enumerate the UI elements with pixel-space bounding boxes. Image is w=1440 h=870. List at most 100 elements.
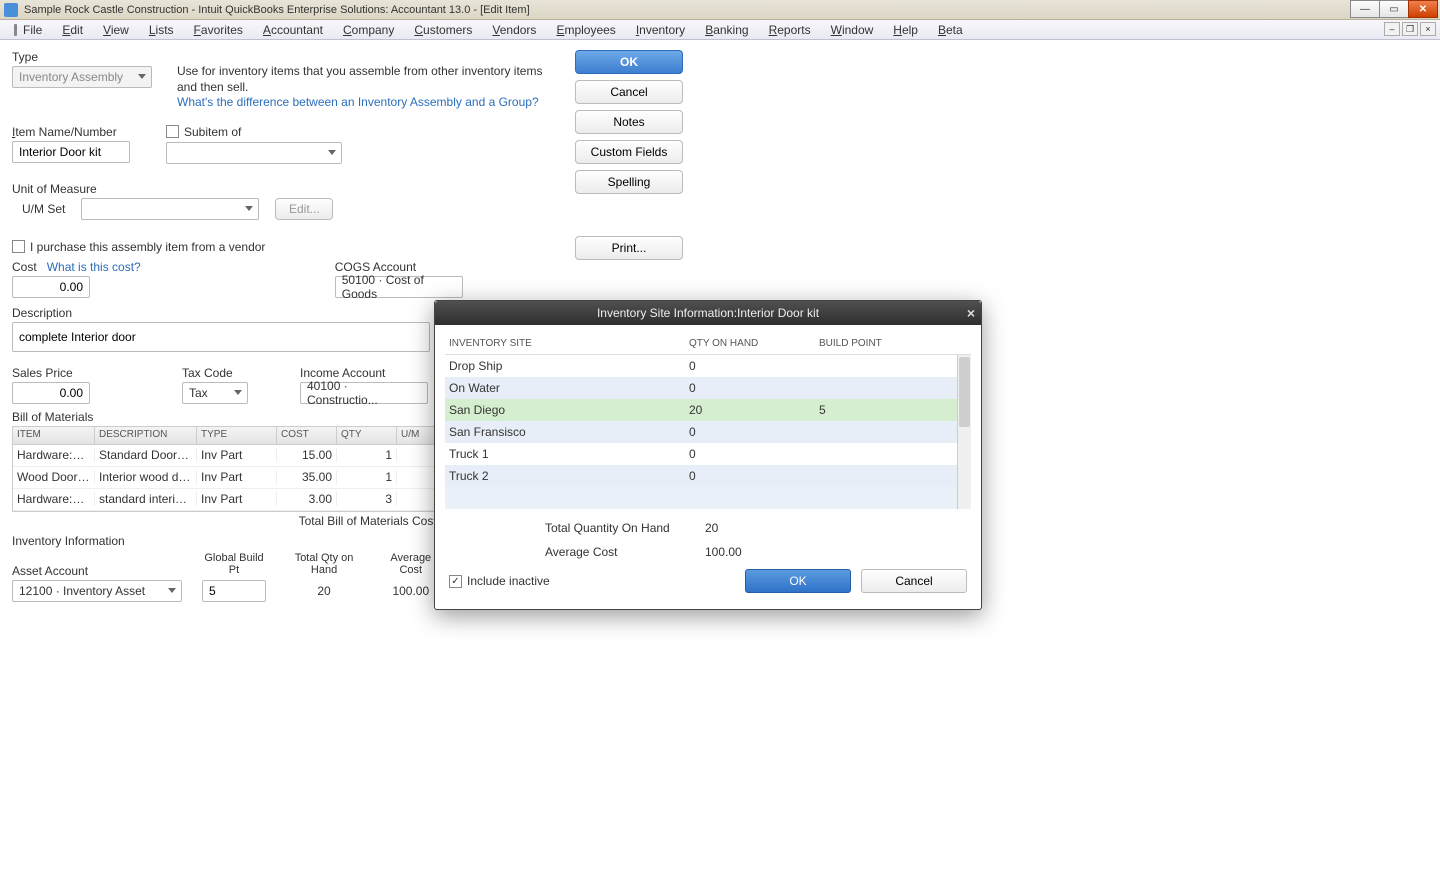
sales-price-label: Sales Price bbox=[12, 366, 90, 380]
include-inactive-checkbox[interactable] bbox=[449, 575, 462, 588]
menu-banking[interactable]: Banking bbox=[695, 21, 758, 39]
modal-avg-cost-value: 100.00 bbox=[705, 545, 742, 559]
type-select[interactable]: Inventory Assembly bbox=[12, 66, 152, 88]
uom-set-label: U/M Set bbox=[22, 202, 65, 216]
bom-row[interactable]: Hardware:Br...standard interior...Inv Pa… bbox=[13, 489, 439, 511]
site-header-qty: QTY ON HAND bbox=[685, 338, 815, 349]
menu-bar: FileEditViewListsFavoritesAccountantComp… bbox=[0, 20, 1440, 40]
window-title: Sample Rock Castle Construction - Intuit… bbox=[24, 4, 530, 16]
modal-close-icon[interactable]: × bbox=[967, 305, 975, 321]
minimize-button[interactable]: — bbox=[1350, 0, 1380, 18]
menu-beta[interactable]: Beta bbox=[928, 21, 973, 39]
site-row[interactable]: On Water0 bbox=[445, 377, 971, 399]
site-row[interactable]: Truck 20 bbox=[445, 465, 971, 487]
site-row-blank bbox=[445, 487, 971, 509]
site-table-scrollbar[interactable] bbox=[957, 355, 971, 509]
cogs-label: COGS Account bbox=[335, 260, 463, 274]
asset-account-label: Asset Account bbox=[12, 564, 182, 578]
notes-button[interactable]: Notes bbox=[575, 110, 683, 134]
avg-cost-value: 100.00 bbox=[382, 580, 439, 602]
bom-table: ITEM DESCRIPTION TYPE COST QTY U/M Hardw… bbox=[12, 426, 440, 512]
menu-file[interactable]: File bbox=[4, 21, 52, 39]
tax-code-label: Tax Code bbox=[182, 366, 248, 380]
sales-price-input[interactable] bbox=[12, 382, 90, 404]
tax-code-select[interactable]: Tax bbox=[182, 382, 248, 404]
menu-reports[interactable]: Reports bbox=[759, 21, 821, 39]
site-header-site: INVENTORY SITE bbox=[445, 338, 685, 349]
menu-customers[interactable]: Customers bbox=[404, 21, 482, 39]
menu-view[interactable]: View bbox=[93, 21, 139, 39]
description-input[interactable] bbox=[12, 322, 430, 352]
cost-label: Cost bbox=[12, 260, 37, 274]
site-row[interactable]: San Diego205 bbox=[445, 399, 971, 421]
site-table: INVENTORY SITE QTY ON HAND BUILD POINT D… bbox=[445, 333, 971, 509]
modal-total-qty-label: Total Quantity On Hand bbox=[545, 521, 705, 535]
bom-header-item: ITEM bbox=[13, 427, 95, 444]
type-description: Use for inventory items that you assembl… bbox=[177, 64, 542, 94]
uom-select[interactable] bbox=[81, 198, 259, 220]
include-inactive-label: Include inactive bbox=[467, 574, 550, 588]
bom-header-type: TYPE bbox=[197, 427, 277, 444]
close-button[interactable]: ✕ bbox=[1408, 0, 1438, 18]
type-label: Type bbox=[12, 50, 167, 64]
item-name-label: Item Name/Number bbox=[12, 125, 130, 139]
site-row[interactable]: Drop Ship0 bbox=[445, 355, 971, 377]
subitem-label: Subitem of bbox=[184, 125, 241, 139]
subitem-checkbox[interactable] bbox=[166, 125, 179, 138]
menu-window[interactable]: Window bbox=[821, 21, 884, 39]
menu-edit[interactable]: Edit bbox=[52, 21, 93, 39]
subitem-select[interactable] bbox=[166, 142, 342, 164]
global-build-input[interactable] bbox=[202, 580, 266, 602]
bom-header-qty: QTY bbox=[337, 427, 397, 444]
ok-button[interactable]: OK bbox=[575, 50, 683, 74]
menu-inventory[interactable]: Inventory bbox=[626, 21, 695, 39]
avg-cost-label: Average Cost bbox=[382, 552, 439, 576]
menu-employees[interactable]: Employees bbox=[546, 21, 625, 39]
income-account-select[interactable]: 40100 · Constructio... bbox=[300, 382, 428, 404]
total-qty-value: 20 bbox=[286, 580, 362, 602]
bom-header-desc: DESCRIPTION bbox=[95, 427, 197, 444]
mdi-minimize[interactable]: – bbox=[1384, 22, 1400, 36]
bom-row[interactable]: Wood Door:I...Interior wood doorInv Part… bbox=[13, 467, 439, 489]
bom-header-um: U/M bbox=[397, 427, 437, 444]
mdi-close[interactable]: × bbox=[1420, 22, 1436, 36]
mdi-restore[interactable]: ❐ bbox=[1402, 22, 1418, 36]
menu-help[interactable]: Help bbox=[883, 21, 928, 39]
purchase-vendor-label: I purchase this assembly item from a ven… bbox=[30, 240, 265, 254]
uom-edit-button[interactable]: Edit... bbox=[275, 198, 333, 220]
menu-lists[interactable]: Lists bbox=[139, 21, 184, 39]
bom-row[interactable]: Hardware:D...Standard Doork...Inv Part15… bbox=[13, 445, 439, 467]
menu-favorites[interactable]: Favorites bbox=[184, 21, 253, 39]
menu-accountant[interactable]: Accountant bbox=[253, 21, 333, 39]
cost-input[interactable] bbox=[12, 276, 90, 298]
modal-cancel-button[interactable]: Cancel bbox=[861, 569, 967, 593]
modal-avg-cost-label: Average Cost bbox=[545, 545, 705, 559]
spelling-button[interactable]: Spelling bbox=[575, 170, 683, 194]
side-button-panel: OK Cancel Notes Custom Fields Spelling P… bbox=[575, 50, 685, 266]
income-account-label: Income Account bbox=[300, 366, 428, 380]
cost-help-link[interactable]: What is this cost? bbox=[47, 260, 141, 274]
purchase-vendor-checkbox[interactable] bbox=[12, 240, 25, 253]
cancel-button[interactable]: Cancel bbox=[575, 80, 683, 104]
inventory-site-modal: Inventory Site Information:Interior Door… bbox=[434, 300, 982, 610]
type-help-link[interactable]: What's the difference between an Invento… bbox=[177, 95, 539, 109]
asset-account-select[interactable]: 12100 · Inventory Asset bbox=[12, 580, 182, 602]
custom-fields-button[interactable]: Custom Fields bbox=[575, 140, 683, 164]
uom-label: Unit of Measure bbox=[12, 182, 572, 196]
global-build-label: Global Build Pt bbox=[202, 552, 266, 576]
menu-vendors[interactable]: Vendors bbox=[482, 21, 546, 39]
item-name-input[interactable] bbox=[12, 141, 130, 163]
total-qty-label: Total Qty on Hand bbox=[286, 552, 362, 576]
modal-ok-button[interactable]: OK bbox=[745, 569, 851, 593]
site-header-bp: BUILD POINT bbox=[815, 338, 945, 349]
menu-company[interactable]: Company bbox=[333, 21, 404, 39]
print-button[interactable]: Print... bbox=[575, 236, 683, 260]
modal-total-qty-value: 20 bbox=[705, 521, 718, 535]
site-row[interactable]: San Fransisco0 bbox=[445, 421, 971, 443]
bom-header-cost: COST bbox=[277, 427, 337, 444]
modal-title: Inventory Site Information:Interior Door… bbox=[597, 306, 819, 320]
cogs-select[interactable]: 50100 · Cost of Goods bbox=[335, 276, 463, 298]
site-row[interactable]: Truck 10 bbox=[445, 443, 971, 465]
bom-total-label: Total Bill of Materials Cost: bbox=[12, 514, 440, 528]
maximize-button[interactable]: ▭ bbox=[1379, 0, 1409, 18]
